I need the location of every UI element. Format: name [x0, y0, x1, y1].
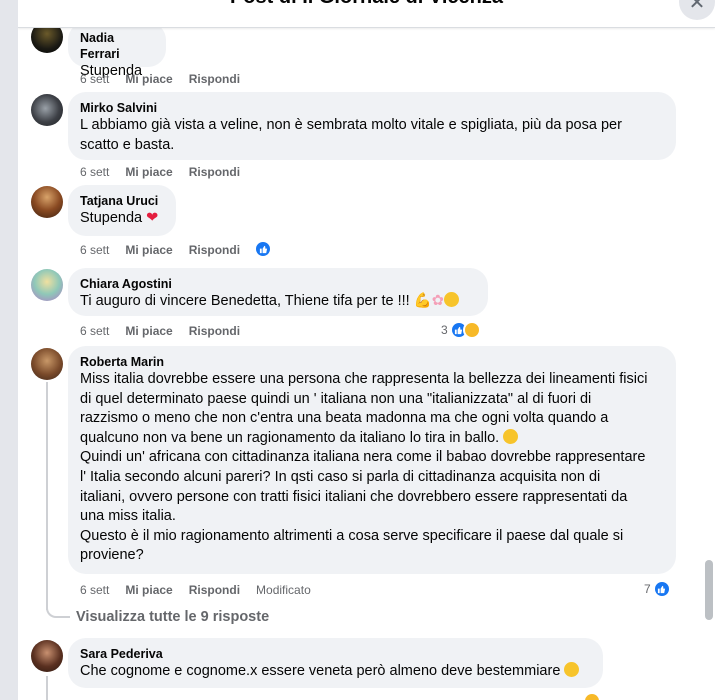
comment-actions: 6 sett Mi piace Rispondi: [80, 72, 240, 86]
comment-actions: 6 sett Mi piace Rispondi Modificato: [80, 583, 311, 597]
comment-bubble: Nadia Ferrari Stupenda: [68, 22, 166, 79]
comment-time[interactable]: 6 sett: [80, 583, 109, 597]
comment-bubble: Chiara Agostini Ti auguro di vincere Ben…: [68, 268, 488, 316]
comment-actions: 6 sett Mi piace Rispondi: [80, 165, 240, 179]
dialog-header: Post di Il Giornale di Vicenza ✕: [18, 0, 715, 28]
comment-bubble: Tatjana Uruci Stupenda ❤: [68, 185, 176, 236]
reply-thread-line: [46, 676, 48, 700]
comment-time[interactable]: 6 sett: [80, 165, 109, 179]
comment-bubble: Mirko Salvini L abbiamo già vista a veli…: [68, 92, 676, 160]
comment-author[interactable]: Chiara Agostini: [80, 276, 476, 292]
like-button[interactable]: Mi piace: [125, 583, 172, 597]
comment-text: L abbiamo già vista a veline, non è semb…: [80, 117, 622, 153]
reaction-count: 7: [644, 582, 651, 596]
reply-button[interactable]: Rispondi: [189, 583, 240, 597]
edited-label: Modificato: [256, 583, 311, 597]
comment-text: Stupenda: [80, 210, 143, 226]
reaction-summary[interactable]: 3: [441, 321, 481, 339]
comment-bubble: Roberta Marin Miss italia dovrebbe esser…: [68, 346, 676, 574]
like-reaction-icon: [652, 580, 671, 598]
reply-thread-line: [46, 382, 48, 610]
comments-panel: Post di Il Giornale di Vicenza ✕ Nadia F…: [18, 0, 715, 700]
comment-bubble: Sara Pederiva Che cognome e cognome.x es…: [68, 638, 603, 688]
like-button[interactable]: Mi piace: [125, 243, 172, 257]
like-reaction-icon: [254, 240, 272, 258]
like-button[interactable]: Mi piace: [125, 324, 172, 338]
haha-reaction-icon: [583, 692, 601, 700]
comment-author[interactable]: Mirko Salvini: [80, 100, 664, 116]
avatar[interactable]: [31, 348, 63, 380]
comment-text: Ti auguro di vincere Benedetta, Thiene t…: [80, 293, 410, 309]
reply-button[interactable]: Rispondi: [189, 165, 240, 179]
close-button[interactable]: ✕: [679, 0, 715, 20]
heart-emoji-icon: ❤: [146, 210, 159, 226]
reaction-summary[interactable]: 7: [644, 580, 671, 598]
comment-author[interactable]: Roberta Marin: [80, 354, 664, 370]
reply-button[interactable]: Rispondi: [189, 324, 240, 338]
avatar[interactable]: [31, 94, 63, 126]
reply-thread-curve: [46, 600, 70, 618]
view-replies-link[interactable]: Visualizza tutte le 9 risposte: [76, 609, 269, 625]
like-button[interactable]: Mi piace: [125, 165, 172, 179]
comment-time[interactable]: 6 sett: [80, 243, 109, 257]
grinning-emoji-icon: [564, 662, 580, 677]
avatar[interactable]: [31, 640, 63, 672]
scrollbar-thumb[interactable]: [705, 560, 713, 620]
comment-author[interactable]: Nadia Ferrari: [80, 30, 154, 62]
reaction-summary[interactable]: [254, 240, 272, 258]
flower-emoji-icon: ✿: [431, 293, 444, 309]
dialog-title: Post di Il Giornale di Vicenza: [18, 0, 715, 9]
avatar[interactable]: [31, 269, 63, 301]
comment-text: Che cognome e cognome.x essere veneta pe…: [80, 663, 561, 679]
comment-actions: 6 sett Mi piace Rispondi: [80, 243, 240, 257]
grinning-emoji-icon: [443, 292, 459, 307]
comment-author[interactable]: Sara Pederiva: [80, 646, 591, 662]
close-icon: ✕: [688, 0, 706, 14]
comment-text: Miss italia dovrebbe essere una persona …: [80, 371, 648, 564]
comment-time[interactable]: 6 sett: [80, 324, 109, 338]
reply-button[interactable]: Rispondi: [189, 243, 240, 257]
haha-reaction-icon: [462, 321, 481, 339]
flushed-emoji-icon: [503, 428, 519, 444]
reaction-summary[interactable]: [583, 692, 601, 700]
comment-time[interactable]: 6 sett: [80, 72, 109, 86]
like-button[interactable]: Mi piace: [125, 72, 172, 86]
comment-author[interactable]: Tatjana Uruci: [80, 193, 164, 209]
comment-actions: 6 sett Mi piace Rispondi: [80, 324, 240, 338]
flexed-arm-emoji-icon: 💪: [413, 293, 432, 309]
reaction-count: 3: [441, 323, 448, 337]
reply-button[interactable]: Rispondi: [189, 72, 240, 86]
avatar[interactable]: [31, 186, 63, 218]
